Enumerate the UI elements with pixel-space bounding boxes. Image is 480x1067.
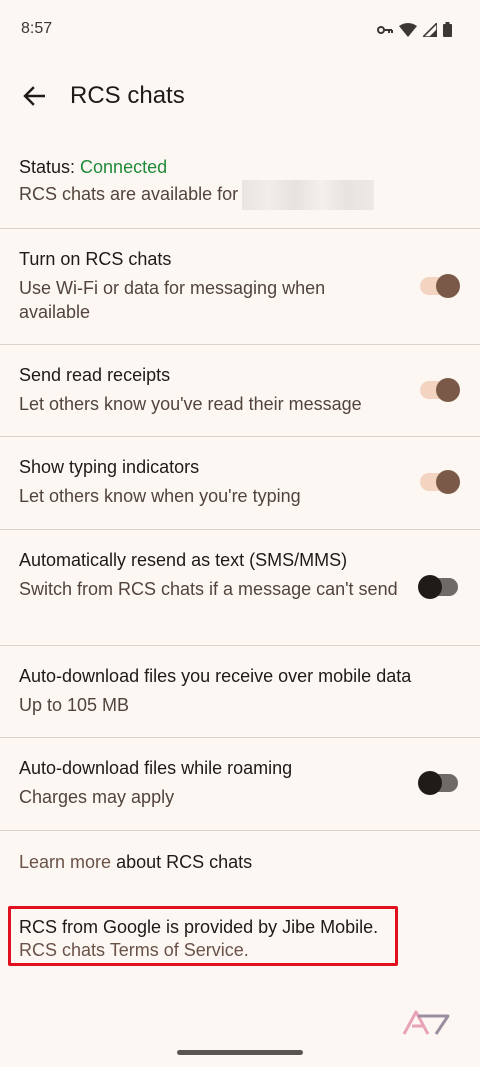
gesture-navigation-handle[interactable] (177, 1050, 303, 1055)
setting-subtitle: Charges may apply (19, 787, 175, 807)
setting-typing-indicators[interactable]: Show typing indicators Let others know w… (0, 437, 480, 529)
setting-title: Auto-download files while roaming (19, 758, 293, 778)
toggle-thumb (436, 274, 460, 298)
vpn-key-icon (377, 24, 393, 36)
resend-as-text-toggle[interactable] (418, 575, 458, 599)
toggle-thumb (418, 575, 442, 599)
setting-subtitle: Let others know when you're typing (19, 486, 301, 506)
setting-subtitle: Let others know you've read their messag… (19, 394, 362, 414)
typing-indicators-toggle[interactable] (420, 470, 460, 494)
setting-title: Send read receipts (19, 365, 171, 385)
toggle-thumb (418, 771, 442, 795)
cell-signal-icon (423, 22, 437, 37)
setting-subtitle: Switch from RCS chats if a message can't… (19, 579, 398, 599)
provider-footer: RCS from Google is provided by Jibe Mobi… (0, 912, 480, 964)
roaming-download-toggle[interactable] (418, 771, 458, 795)
learn-more-link[interactable]: Learn more (19, 852, 111, 872)
setting-auto-download-mobile-data[interactable]: Auto-download files you receive over mob… (0, 646, 480, 737)
read-receipts-toggle[interactable] (420, 378, 460, 402)
status-time: 8:57 (21, 20, 53, 37)
availability-line: RCS chats are available for (19, 180, 375, 210)
arrow-back-icon (23, 85, 46, 111)
rcs-chats-toggle[interactable] (420, 274, 460, 298)
setting-title: Show typing indicators (19, 457, 200, 477)
setting-title: Automatically resend as text (SMS/MMS) (19, 550, 348, 570)
toggle-thumb (436, 470, 460, 494)
status-value: Connected (80, 157, 168, 177)
setting-title: Auto-download files you receive over mob… (19, 666, 412, 686)
learn-more-row: Learn more about RCS chats (0, 831, 480, 891)
setting-turn-on-rcs[interactable]: Turn on RCS chats Use Wi-Fi or data for … (0, 229, 480, 344)
top-app-bar: RCS chats (0, 68, 480, 128)
setting-read-receipts[interactable]: Send read receipts Let others know you'v… (0, 345, 480, 436)
back-button[interactable] (14, 78, 54, 118)
setting-subtitle: Up to 105 MB (19, 695, 130, 715)
availability-text: RCS chats are available for (19, 183, 239, 204)
status-bar: 8:57 (0, 0, 480, 60)
status-section: Status: Connected RCS chats are availabl… (0, 150, 480, 228)
terms-of-service-link[interactable]: RCS chats Terms of Service. (19, 938, 249, 962)
status-icons (377, 22, 452, 37)
learn-more-text: Learn more about RCS chats (19, 850, 252, 874)
page-title: RCS chats (70, 82, 185, 109)
rcs-chats-screen: 8:57 RCS chats Status: Connected RCS cha… (0, 0, 480, 1067)
learn-more-rest: about RCS chats (111, 852, 253, 872)
watermark-logo-icon (402, 1010, 450, 1041)
status-line: Status: Connected (19, 157, 167, 178)
setting-subtitle: Use Wi-Fi or data for messaging when ava… (19, 278, 326, 322)
redacted-phone-number (242, 180, 375, 210)
status-label: Status: (19, 157, 81, 177)
setting-auto-download-roaming[interactable]: Auto-download files while roaming Charge… (0, 738, 480, 830)
provider-text: RCS from Google is provided by Jibe Mobi… (19, 917, 379, 937)
setting-title: Turn on RCS chats (19, 249, 172, 269)
setting-resend-as-text[interactable]: Automatically resend as text (SMS/MMS) S… (0, 530, 480, 645)
battery-icon (443, 22, 452, 37)
wifi-icon (399, 22, 417, 37)
toggle-thumb (436, 378, 460, 402)
